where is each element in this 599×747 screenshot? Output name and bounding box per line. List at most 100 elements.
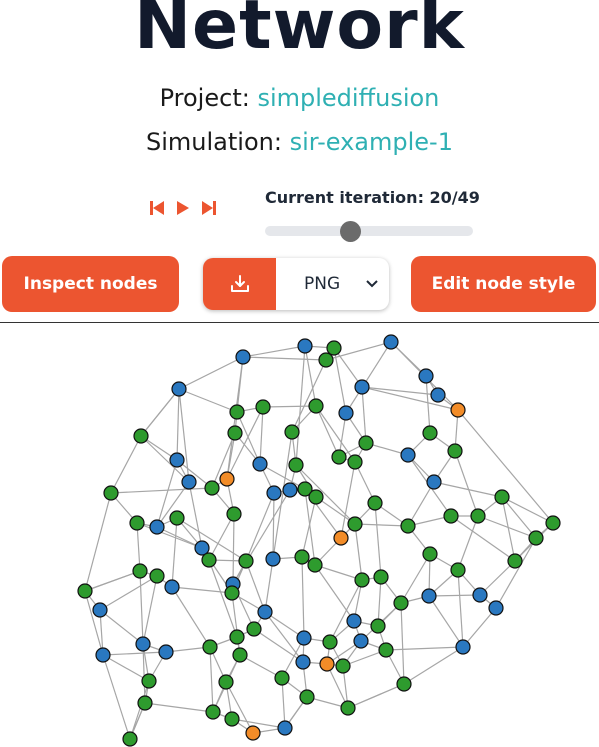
- network-node[interactable]: [450, 562, 466, 578]
- network-node[interactable]: [158, 644, 174, 660]
- network-node[interactable]: [202, 639, 218, 655]
- network-node[interactable]: [373, 569, 389, 585]
- skip-to-end-icon[interactable]: [202, 200, 216, 216]
- network-node[interactable]: [396, 676, 412, 692]
- network-node[interactable]: [92, 602, 108, 618]
- network-node[interactable]: [245, 725, 261, 741]
- network-node[interactable]: [418, 368, 434, 384]
- network-node[interactable]: [308, 398, 324, 414]
- network-node[interactable]: [129, 515, 145, 531]
- network-node[interactable]: [296, 630, 312, 646]
- network-node[interactable]: [95, 647, 111, 663]
- network-node[interactable]: [333, 530, 349, 546]
- network-node[interactable]: [219, 471, 235, 487]
- network-node[interactable]: [274, 670, 290, 686]
- play-icon[interactable]: [176, 200, 190, 216]
- skip-to-start-icon[interactable]: [150, 200, 164, 216]
- network-node[interactable]: [340, 700, 356, 716]
- network-node[interactable]: [169, 452, 185, 468]
- network-node[interactable]: [229, 404, 245, 420]
- network-node[interactable]: [297, 338, 313, 354]
- network-node[interactable]: [455, 639, 471, 655]
- network-node[interactable]: [331, 449, 347, 465]
- network-node[interactable]: [295, 654, 311, 670]
- network-node[interactable]: [421, 588, 437, 604]
- network-node[interactable]: [308, 489, 324, 505]
- network-node[interactable]: [204, 480, 220, 496]
- network-node[interactable]: [137, 695, 153, 711]
- network-node[interactable]: [133, 428, 149, 444]
- download-button[interactable]: [203, 258, 276, 310]
- network-node[interactable]: [378, 642, 394, 658]
- network-node[interactable]: [218, 674, 234, 690]
- network-node[interactable]: [370, 618, 386, 634]
- network-node[interactable]: [494, 489, 510, 505]
- network-node[interactable]: [164, 579, 180, 595]
- network-node[interactable]: [299, 689, 315, 705]
- network-node[interactable]: [229, 629, 245, 645]
- edit-node-style-button[interactable]: Edit node style: [411, 256, 596, 312]
- network-node[interactable]: [103, 485, 119, 501]
- network-node[interactable]: [226, 506, 242, 522]
- iteration-slider-thumb[interactable]: [339, 221, 361, 242]
- inspect-nodes-button[interactable]: Inspect nodes: [2, 256, 179, 312]
- network-node[interactable]: [472, 587, 488, 603]
- network-node[interactable]: [252, 456, 268, 472]
- network-node[interactable]: [149, 519, 165, 535]
- project-link[interactable]: simplediffusion: [257, 84, 439, 112]
- network-node[interactable]: [181, 474, 197, 490]
- network-node[interactable]: [307, 557, 323, 573]
- network-node[interactable]: [426, 474, 442, 490]
- network-node[interactable]: [545, 515, 561, 531]
- network-node[interactable]: [353, 633, 369, 649]
- network-node[interactable]: [347, 454, 363, 470]
- network-node[interactable]: [201, 552, 217, 568]
- network-node[interactable]: [400, 518, 416, 534]
- network-node[interactable]: [246, 621, 262, 637]
- network-node[interactable]: [338, 405, 354, 421]
- network-node[interactable]: [335, 658, 351, 674]
- network-node[interactable]: [266, 485, 282, 501]
- network-node[interactable]: [132, 563, 148, 579]
- network-node[interactable]: [488, 600, 504, 616]
- network-node[interactable]: [169, 510, 185, 526]
- network-node[interactable]: [257, 604, 273, 620]
- network-node[interactable]: [346, 613, 362, 629]
- network-node[interactable]: [277, 720, 293, 736]
- network-node[interactable]: [141, 673, 157, 689]
- network-graph[interactable]: [0, 323, 599, 747]
- network-node[interactable]: [227, 425, 243, 441]
- network-node[interactable]: [470, 508, 486, 524]
- network-node[interactable]: [383, 334, 399, 350]
- network-node[interactable]: [507, 553, 523, 569]
- network-node[interactable]: [224, 585, 240, 601]
- network-node[interactable]: [294, 549, 310, 565]
- network-node[interactable]: [443, 508, 459, 524]
- network-node[interactable]: [265, 551, 281, 567]
- network-node[interactable]: [205, 704, 221, 720]
- network-node[interactable]: [224, 711, 240, 727]
- network-node[interactable]: [367, 495, 383, 511]
- network-node[interactable]: [282, 482, 298, 498]
- network-node[interactable]: [235, 349, 251, 365]
- simulation-link[interactable]: sir-example-1: [290, 128, 453, 156]
- iteration-slider[interactable]: [265, 221, 473, 242]
- network-node[interactable]: [400, 447, 416, 463]
- network-node[interactable]: [149, 568, 165, 584]
- network-node[interactable]: [122, 731, 138, 747]
- network-node[interactable]: [326, 340, 342, 356]
- network-node[interactable]: [528, 530, 544, 546]
- network-node[interactable]: [422, 425, 438, 441]
- network-node[interactable]: [358, 435, 374, 451]
- network-node[interactable]: [430, 387, 446, 403]
- network-node[interactable]: [354, 379, 370, 395]
- network-node[interactable]: [288, 457, 304, 473]
- network-node[interactable]: [135, 636, 151, 652]
- network-node[interactable]: [284, 424, 300, 440]
- network-node[interactable]: [171, 381, 187, 397]
- network-node[interactable]: [238, 553, 254, 569]
- network-node[interactable]: [447, 443, 463, 459]
- network-node[interactable]: [450, 402, 466, 418]
- network-node[interactable]: [322, 634, 338, 650]
- network-node[interactable]: [232, 647, 248, 663]
